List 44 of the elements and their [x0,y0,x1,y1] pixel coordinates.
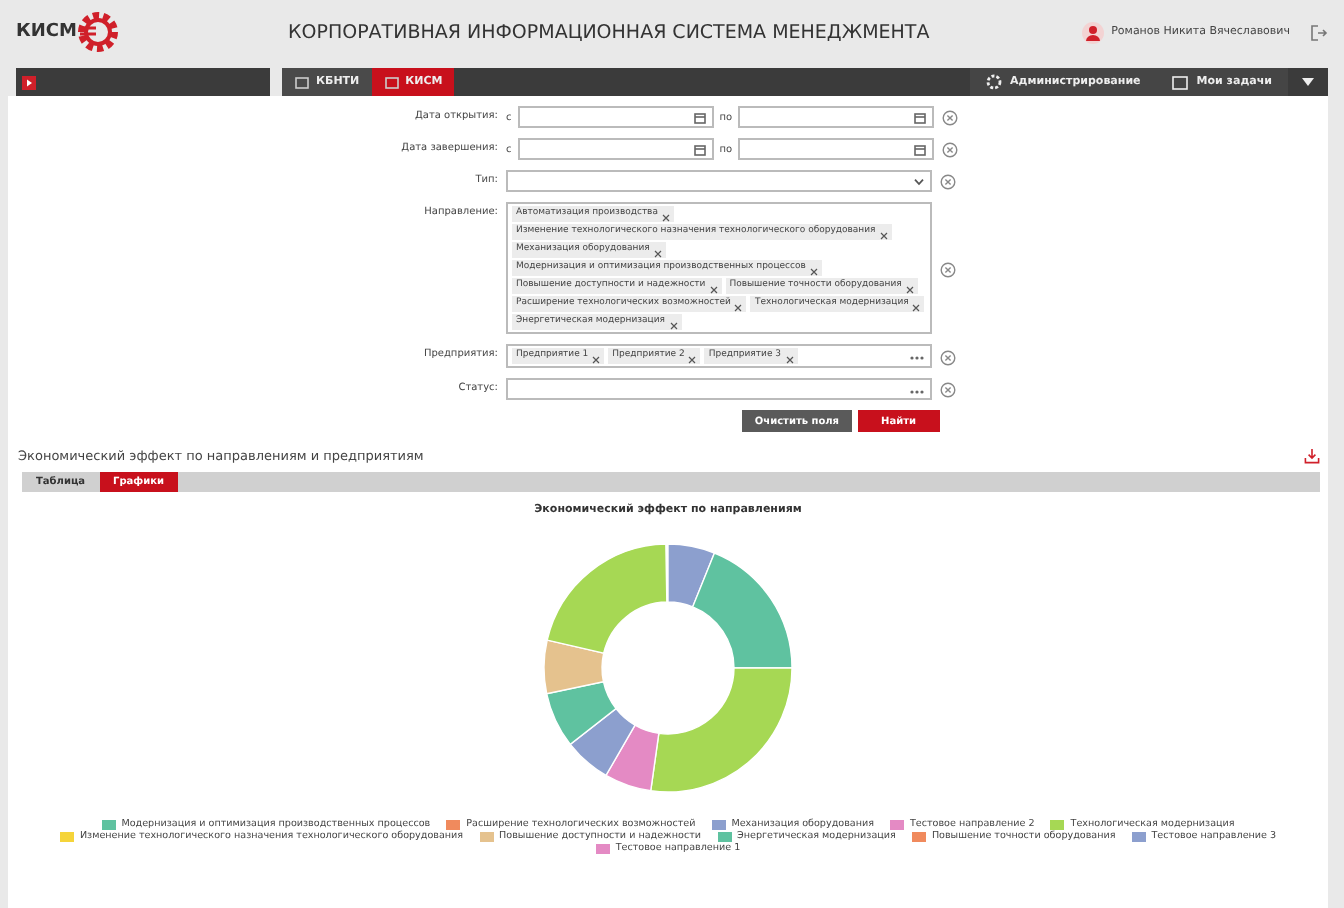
clear-icon[interactable] [940,382,956,399]
calendar-icon[interactable] [914,143,927,155]
remove-icon[interactable] [669,322,677,330]
calendar-icon[interactable] [914,111,927,123]
select-field[interactable] [506,170,932,192]
gear-icon [76,10,121,54]
tags-field[interactable] [506,378,932,400]
gear-icon [986,74,1003,90]
clear-icon[interactable] [940,349,956,366]
download-icon[interactable] [1304,448,1320,464]
tags-field[interactable] [506,202,932,334]
remove-icon[interactable] [912,304,921,312]
tab-icon [294,75,310,89]
tab-icon [383,75,400,89]
clear-icon[interactable] [940,261,956,278]
remove-icon[interactable] [653,250,662,258]
chevron-icon[interactable] [914,177,924,185]
remove-icon[interactable] [688,356,697,364]
calendar-icon[interactable] [693,111,706,123]
date-field[interactable] [738,138,935,160]
remove-icon[interactable] [809,268,818,276]
remove-icon[interactable] [661,214,670,222]
remove-icon[interactable] [734,304,743,312]
tasks-icon [1172,75,1189,89]
user-icon[interactable] [1081,21,1104,43]
remove-icon[interactable] [592,356,601,364]
clear-icon[interactable] [942,110,959,127]
remove-icon[interactable] [905,286,914,294]
remove-icon[interactable] [879,232,888,240]
caret-icon[interactable] [1302,78,1314,86]
remove-icon[interactable] [709,286,718,294]
clear-icon[interactable] [942,142,959,159]
app-title: КОРПОРАТИВНАЯ ИНФОРМАЦИОННАЯ СИСТЕМА МЕНЕДЖМЕНТА [288,21,932,43]
donut-slice [546,681,617,746]
logo-text: КИСМ [16,22,77,42]
calendar-icon[interactable] [693,143,706,155]
donut-slice [569,707,636,777]
play-icon[interactable] [22,75,36,89]
remove-icon[interactable] [785,356,794,364]
date-field[interactable] [517,106,714,128]
clear-icon[interactable] [940,174,956,191]
date-field[interactable] [517,138,714,160]
date-field[interactable] [738,106,935,128]
logout-icon[interactable] [1310,23,1328,41]
